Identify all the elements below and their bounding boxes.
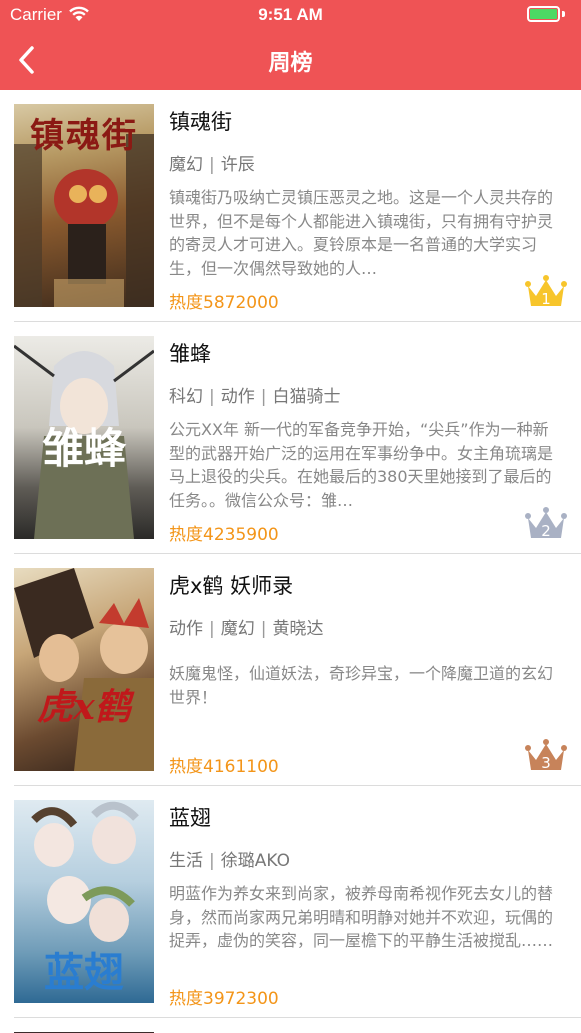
tag: 黄晓达 <box>272 619 324 639</box>
comic-description: 公元XX年 新一代的军备竞争开始，“尖兵”作为一种新型的武器开始广泛的运用在军事… <box>169 420 554 510</box>
cover-image: 虎x鹤 <box>14 568 154 771</box>
cover-image: 镇魂街 <box>14 104 154 307</box>
tag: 科幻 <box>169 387 203 407</box>
list-item[interactable]: 蓝翅 蓝翅 生活 | 徐璐AKO 明蓝作为养女来到尚家，被养母南希视作死去女儿的替身… <box>0 786 581 1018</box>
heat-count: 热度4235900 <box>169 525 279 545</box>
crown-gold-icon: 1 <box>525 275 567 308</box>
cover-title-text: 雏蜂 <box>41 424 126 473</box>
list-item[interactable]: 雏蜂 雏蜂 科幻 | 动作 | 白猫骑士 公元XX年 新一代的军备竞争开始，“尖兵”作为… <box>0 322 581 554</box>
comic-title: 虎x鹤 妖师录 <box>169 574 294 598</box>
comic-description: 明蓝作为养女来到尚家，被养母南希视作死去女儿的替身，然而尚家两兄弟明晴和明静对她… <box>169 884 554 950</box>
comic-title: 雏蜂 <box>169 342 211 366</box>
crown-bronze-icon: 3 <box>525 739 567 772</box>
cover-title-text: 镇魂街 <box>30 116 138 156</box>
comic-tags: 魔幻 | 许辰 <box>169 155 255 175</box>
comic-description: 镇魂街乃吸纳亡灵镇压恶灵之地。这是一个人灵共存的世界，但不是每个人都能进入镇魂街… <box>169 188 554 278</box>
clock: 9:51 AM <box>258 5 323 24</box>
navigation-bar: Carrier 9:51 AM 周榜 <box>0 0 581 90</box>
cover-title-text: 虎x鹤 <box>37 686 131 728</box>
list-item[interactable] <box>0 1018 581 1033</box>
tag: 魔幻 <box>169 155 203 175</box>
heat-count: 热度5872000 <box>169 293 279 313</box>
heat-count: 热度4161100 <box>169 757 279 777</box>
rank-number: 1 <box>541 290 551 308</box>
comic-tags: 动作 | 魔幻 | 黄晓达 <box>169 619 324 639</box>
page-title: 周榜 <box>268 51 313 76</box>
rank-number: 3 <box>541 754 551 772</box>
list-item[interactable]: 镇魂街 镇魂街 魔幻 | 许辰 镇魂街乃吸纳亡灵镇压恶灵之地。这是一个人灵共存的世界… <box>0 90 581 322</box>
crown-silver-icon: 2 <box>525 507 567 540</box>
tag: 动作 <box>220 387 255 407</box>
status-bar: Carrier 9:51 AM <box>0 0 581 30</box>
comic-title: 镇魂街 <box>169 110 232 134</box>
tag: 魔幻 <box>220 619 255 639</box>
battery-tip <box>562 11 565 17</box>
tag: 生活 <box>169 851 203 871</box>
comic-description: 妖魔鬼怪，仙道妖法，奇珍异宝，一个降魔卫道的玄幻世界！ <box>169 664 554 707</box>
rank-number: 2 <box>541 522 551 540</box>
list-item[interactable]: 虎x鹤 虎x鹤 妖师录 动作 | 魔幻 | 黄晓达 妖魔鬼怪，仙道妖法，奇珍异宝，一个降… <box>0 554 581 786</box>
cover-image: 雏蜂 <box>14 336 154 539</box>
comic-tags: 生活 | 徐璐AKO <box>169 851 290 871</box>
cover-title-text: 蓝翅 <box>44 949 124 996</box>
tag: 徐璐AKO <box>220 851 290 871</box>
comic-title: 蓝翅 <box>169 806 211 830</box>
comic-tags: 科幻 | 动作 | 白猫骑士 <box>169 387 341 407</box>
heat-count: 热度3972300 <box>169 989 279 1009</box>
tag: 动作 <box>169 619 203 639</box>
cover-image: 蓝翅 <box>14 800 154 1003</box>
tag: 许辰 <box>220 155 255 175</box>
battery-icon <box>527 6 560 22</box>
tag: 白猫骑士 <box>272 387 341 407</box>
